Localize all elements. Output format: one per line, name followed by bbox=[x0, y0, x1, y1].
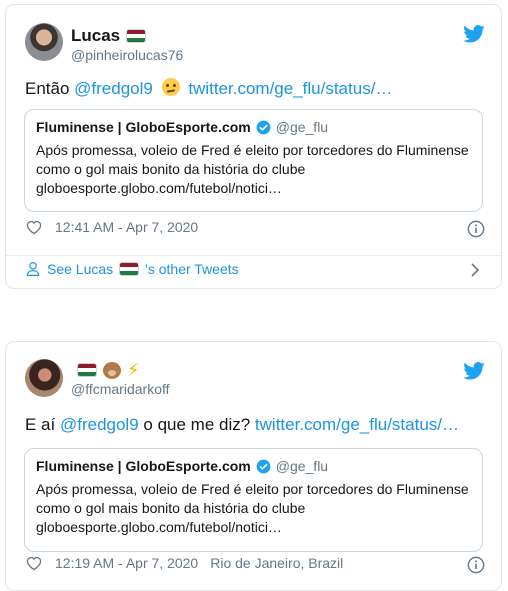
thinking-face-icon bbox=[161, 78, 180, 96]
user-handle[interactable]: @pinheirolucas76 bbox=[71, 47, 183, 63]
quoted-tweet-header: Fluminense | GloboEsporte.com @ge_flu bbox=[36, 458, 472, 474]
heart-icon[interactable] bbox=[25, 555, 43, 571]
info-icon[interactable] bbox=[467, 220, 485, 238]
verified-badge-icon bbox=[256, 459, 271, 473]
quoted-line-2: como o gol mais bonito da história do cl… bbox=[36, 161, 306, 177]
quoted-tweet[interactable]: Fluminense | GloboEsporte.com @ge_flu Ap… bbox=[24, 109, 483, 212]
heart-icon[interactable] bbox=[25, 219, 43, 235]
lightning-icon: ⚡ bbox=[127, 360, 140, 380]
status-link[interactable]: twitter.com/ge_flu/status/… bbox=[188, 79, 392, 98]
hungary-flag-icon bbox=[119, 262, 140, 276]
tweet-text: E aí @fredgol9 o que me diz? twitter.com… bbox=[25, 414, 459, 436]
display-name-text[interactable]: Lucas bbox=[71, 26, 120, 46]
quoted-tweet-header: Fluminense | GloboEsporte.com @ge_flu bbox=[36, 119, 472, 135]
quoted-line-3: globoesporte.globo.com/futebol/notici… bbox=[36, 180, 282, 196]
tweet-timestamp[interactable]: 12:41 AM - Apr 7, 2020 bbox=[55, 219, 198, 235]
quoted-tweet-body: Após promessa, voleio de Fred é eleito p… bbox=[36, 141, 472, 198]
quoted-author-handle: @ge_flu bbox=[275, 119, 329, 135]
person-icon bbox=[26, 262, 40, 276]
tweet-timestamp[interactable]: 12:19 AM - Apr 7, 2020 bbox=[55, 555, 198, 571]
quoted-author-name: Fluminense | GloboEsporte.com bbox=[36, 458, 251, 474]
tweet-text-mid: o que me diz? bbox=[138, 415, 255, 434]
tweet-text-mid bbox=[153, 79, 158, 98]
quoted-tweet-body: Após promessa, voleio de Fred é eleito p… bbox=[36, 480, 472, 537]
display-name[interactable]: Lucas bbox=[71, 26, 147, 46]
tweet-text: Então @fredgol9 twitter.com/ge_flu/statu… bbox=[25, 78, 392, 100]
user-handle[interactable]: @ffcmaridarkoff bbox=[71, 381, 170, 397]
quoted-line-2: como o gol mais bonito da história do cl… bbox=[36, 500, 306, 516]
see-other-tweets-link[interactable]: See Lucas 's other Tweets bbox=[25, 261, 239, 277]
mention-link[interactable]: @fredgol9 bbox=[74, 79, 153, 98]
mention-link[interactable]: @fredgol9 bbox=[60, 415, 139, 434]
quoted-tweet[interactable]: Fluminense | GloboEsporte.com @ge_flu Ap… bbox=[24, 448, 483, 552]
quoted-line-1: Após promessa, voleio de Fred é eleito p… bbox=[36, 142, 469, 158]
quoted-line-3: globoesporte.globo.com/futebol/notici… bbox=[36, 519, 282, 535]
tweet-meta: 12:41 AM - Apr 7, 2020 bbox=[25, 219, 198, 235]
hungary-flag-icon bbox=[77, 363, 97, 377]
avatar[interactable] bbox=[25, 359, 63, 397]
tweet-card-2[interactable]: ⚡ @ffcmaridarkoff E aí @fredgol9 o que m… bbox=[5, 341, 502, 591]
see-tweets-prefix[interactable]: See Lucas bbox=[47, 261, 113, 277]
tweet-text-prefix: Então bbox=[25, 79, 75, 98]
tweet-meta: 12:19 AM - Apr 7, 2020 Rio de Janeiro, B… bbox=[25, 555, 343, 571]
chevron-right-icon[interactable] bbox=[469, 263, 481, 277]
tweet-location[interactable]: Rio de Janeiro, Brazil bbox=[210, 555, 343, 571]
quoted-author-handle: @ge_flu bbox=[275, 458, 329, 474]
info-icon[interactable] bbox=[467, 556, 485, 574]
display-name[interactable]: ⚡ bbox=[71, 361, 140, 379]
tweet-card-1[interactable]: Lucas @pinheirolucas76 Então @fredgol9 t… bbox=[5, 4, 502, 289]
bear-face-icon bbox=[103, 361, 121, 379]
quoted-line-1: Após promessa, voleio de Fred é eleito p… bbox=[36, 481, 469, 497]
avatar[interactable] bbox=[25, 23, 63, 61]
see-tweets-suffix[interactable]: 's other Tweets bbox=[145, 261, 238, 277]
twitter-bird-icon[interactable] bbox=[463, 25, 485, 43]
hungary-flag-icon bbox=[126, 29, 147, 43]
quoted-author-name: Fluminense | GloboEsporte.com bbox=[36, 119, 251, 135]
status-link[interactable]: twitter.com/ge_flu/status/… bbox=[255, 415, 459, 434]
tweet-text-prefix: E aí bbox=[25, 415, 60, 434]
verified-badge-icon bbox=[256, 120, 271, 134]
twitter-bird-icon[interactable] bbox=[463, 362, 485, 380]
divider bbox=[6, 255, 501, 256]
